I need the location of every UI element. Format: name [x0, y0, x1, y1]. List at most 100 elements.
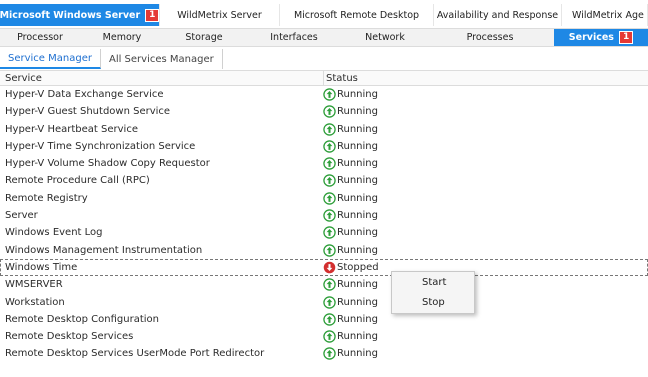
tab-processor[interactable]: Processor [0, 29, 80, 46]
service-name: Remote Desktop Configuration [5, 313, 159, 325]
service-status: Running [323, 311, 378, 328]
table-row[interactable]: Hyper-V Heartbeat Service Running [0, 121, 648, 138]
context-menu: Start Stop [391, 271, 475, 314]
service-status: Stopped [323, 259, 379, 276]
service-status: Running [323, 138, 378, 155]
table-row[interactable]: Hyper-V Data Exchange Service Running [0, 86, 648, 103]
table-row[interactable]: Server Running [0, 207, 648, 224]
tab-microsoft-remote-desktop[interactable]: Microsoft Remote Desktop [280, 4, 434, 26]
arrow-up-circle-icon [323, 140, 336, 153]
tab-label: WildMetrix Age [572, 9, 644, 21]
tab-all-services-manager[interactable]: All Services Manager [101, 49, 223, 69]
tab-wildmetrix-server[interactable]: WildMetrix Server [160, 4, 280, 26]
arrow-up-circle-icon [323, 313, 336, 326]
service-name: WMSERVER [5, 279, 63, 291]
status-text: Running [337, 192, 378, 204]
tab-services[interactable]: Services 1 [554, 29, 648, 46]
alert-badge: 1 [618, 31, 634, 44]
tab-label: Microsoft Windows Server [0, 9, 141, 21]
tab-service-manager[interactable]: Service Manager [0, 49, 101, 69]
service-name: Windows Time [5, 261, 78, 273]
table-row[interactable]: Remote Desktop Services UserMode Port Re… [0, 345, 648, 362]
tab-availability-and-response[interactable]: Availability and Response [434, 4, 562, 26]
tab-processes[interactable]: Processes [426, 29, 554, 46]
alert-badge: 1 [145, 8, 160, 22]
column-header-status[interactable]: Status [323, 71, 358, 86]
tab-label: Services [568, 32, 614, 43]
status-text: Running [337, 244, 378, 256]
tab-network[interactable]: Network [344, 29, 426, 46]
table-row[interactable]: Remote Registry Running [0, 190, 648, 207]
arrow-up-circle-icon [323, 295, 336, 309]
tab-wildmetrix-agent[interactable]: WildMetrix Age [562, 4, 648, 26]
arrow-up-circle-icon [323, 174, 336, 188]
arrow-up-circle-icon [323, 157, 336, 170]
service-name: Hyper-V Volume Shadow Copy Requestor [5, 158, 210, 170]
status-text: Running [337, 140, 378, 152]
column-header-service[interactable]: Service [5, 71, 42, 86]
tab-label: Microsoft Remote Desktop [293, 9, 420, 21]
grid-body: Hyper-V Data Exchange Service Running Hype… [0, 86, 648, 363]
status-text: Running [337, 106, 378, 118]
tab-label: Interfaces [270, 32, 318, 43]
table-row[interactable]: Hyper-V Guest Shutdown Service Running [0, 103, 648, 120]
tab-label: WildMetrix Server [177, 9, 262, 21]
status-text: Running [337, 210, 378, 222]
menu-item-stop[interactable]: Stop [392, 293, 474, 313]
tab-interfaces[interactable]: Interfaces [244, 29, 344, 46]
service-status: Running [323, 86, 378, 103]
service-name: Workstation [5, 296, 65, 308]
arrow-up-circle-icon [323, 243, 336, 257]
table-row[interactable]: Workstation Running [0, 294, 648, 311]
service-status: Running [323, 207, 378, 224]
status-text: Running [337, 296, 378, 308]
service-name: Hyper-V Heartbeat Service [5, 123, 138, 135]
service-name: Remote Registry [5, 192, 88, 204]
tab-label: Availability and Response [436, 9, 559, 21]
menu-item-start[interactable]: Start [392, 273, 474, 293]
service-name: Remote Desktop Services UserMode Port Re… [5, 348, 265, 360]
status-text: Running [337, 348, 378, 360]
service-status: Running [323, 294, 378, 311]
tab-memory[interactable]: Memory [80, 29, 164, 46]
service-name: Remote Desktop Services [5, 331, 134, 343]
grid-header: Service Status [0, 70, 648, 86]
table-row[interactable]: Windows Time Stopped [0, 258, 648, 277]
tab-label: Service Manager [8, 52, 92, 64]
service-status: Running [323, 121, 378, 138]
top-tab-bar: Microsoft Windows Server 1 WildMetrix Se… [0, 0, 648, 26]
arrow-up-circle-icon [323, 122, 336, 136]
tab-label: Storage [185, 32, 223, 43]
table-row[interactable]: WMSERVER Running [0, 276, 648, 293]
status-text: Running [337, 89, 378, 100]
status-text: Stopped [337, 261, 379, 273]
category-tab-bar: Processor Memory Storage Interfaces Netw… [0, 28, 648, 47]
table-row[interactable]: Hyper-V Volume Shadow Copy Requestor Runn… [0, 155, 648, 172]
table-row[interactable]: Windows Event Log Running [0, 224, 648, 241]
service-name: Windows Management Instrumentation [5, 244, 203, 256]
service-status: Running [323, 172, 378, 189]
tab-microsoft-windows-server[interactable]: Microsoft Windows Server 1 [0, 4, 160, 26]
table-row[interactable]: Remote Desktop Services Running [0, 328, 648, 345]
arrow-up-circle-icon [323, 192, 336, 205]
table-row[interactable]: Remote Procedure Call (RPC) Running [0, 172, 648, 189]
tab-storage[interactable]: Storage [164, 29, 244, 46]
tab-label: Processor [17, 32, 63, 43]
manager-tab-bar: Service Manager All Services Manager [0, 49, 223, 69]
status-text: Running [337, 279, 378, 291]
arrow-up-circle-icon [323, 278, 336, 291]
status-text: Running [337, 175, 378, 187]
table-row[interactable]: Remote Desktop Configuration Running [0, 311, 648, 328]
tab-label: All Services Manager [108, 53, 214, 65]
tab-label: Processes [466, 32, 514, 43]
service-status: Running [323, 276, 378, 293]
service-status: Running [323, 224, 378, 241]
table-row[interactable]: Windows Management Instrumentation Runnin… [0, 242, 648, 259]
status-text: Running [337, 158, 378, 170]
status-text: Running [337, 123, 378, 135]
arrow-down-circle-icon [323, 261, 336, 274]
table-row[interactable]: Hyper-V Time Synchronization Service Runn… [0, 138, 648, 155]
status-text: Running [337, 331, 378, 343]
service-status: Running [323, 345, 378, 362]
service-name: Hyper-V Data Exchange Service [5, 89, 164, 100]
